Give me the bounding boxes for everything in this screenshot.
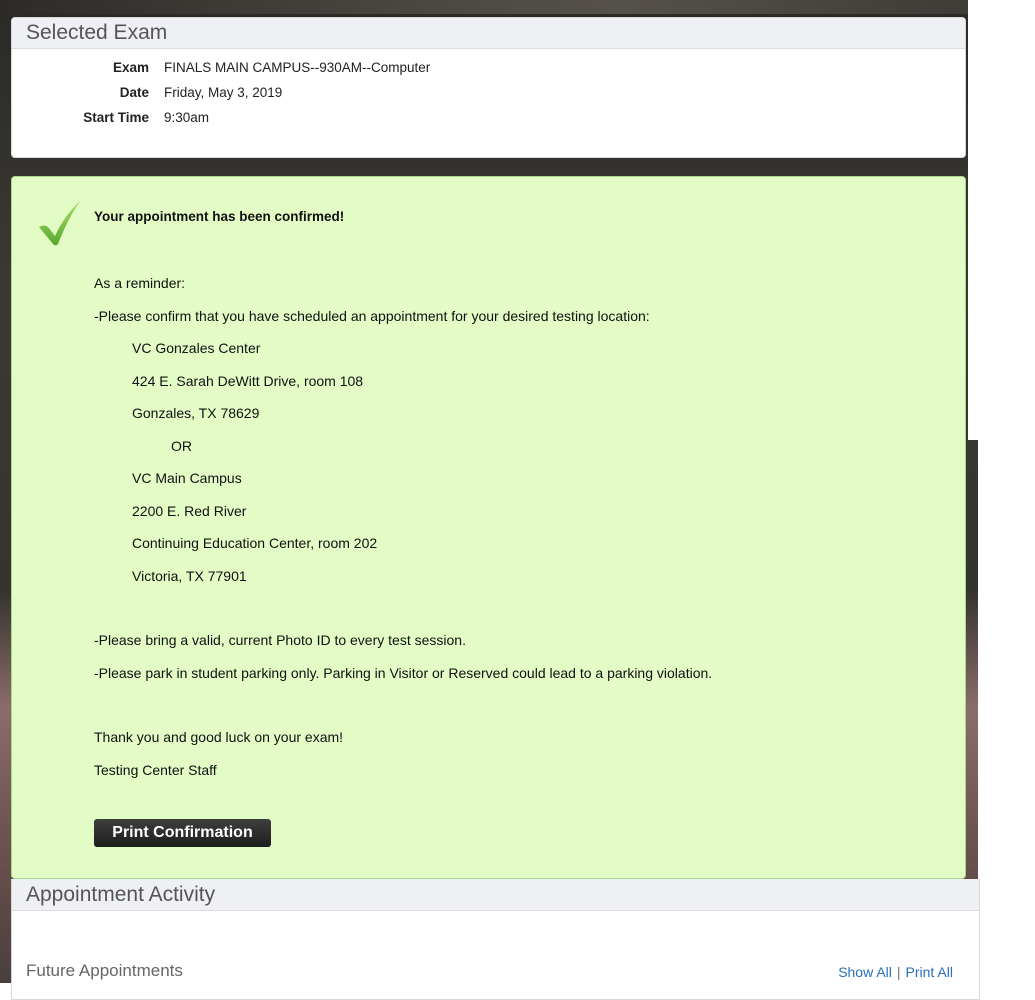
selected-exam-title: Selected Exam bbox=[12, 18, 965, 49]
confirm-location-text: -Please confirm that you have scheduled … bbox=[94, 307, 650, 324]
top-bar bbox=[0, 0, 1035, 14]
parking-text: -Please park in student parking only. Pa… bbox=[94, 664, 713, 681]
location2-city: Victoria, TX 77901 bbox=[132, 567, 247, 584]
activity-links: Show All | Print All bbox=[838, 964, 953, 980]
location1-name: VC Gonzales Center bbox=[132, 340, 261, 356]
date-label: Date bbox=[119, 85, 149, 100]
date-value: Friday, May 3, 2019 bbox=[164, 85, 283, 100]
exam-row: Exam FINALS MAIN CAMPUS--930AM--Computer bbox=[12, 55, 430, 80]
exam-details-table: Exam FINALS MAIN CAMPUS--930AM--Computer… bbox=[12, 55, 430, 130]
link-separator: | bbox=[896, 964, 901, 980]
confirmation-headline: Your appointment has been confirmed! bbox=[94, 209, 345, 224]
future-appointments-label: Future Appointments bbox=[26, 961, 183, 980]
selected-exam-panel: Selected Exam Exam FINALS MAIN CAMPUS--9… bbox=[11, 17, 966, 158]
signature-text: Testing Center Staff bbox=[94, 761, 217, 778]
location1-address: 424 E. Sarah DeWitt Drive, room 108 bbox=[132, 372, 364, 389]
start-time-row: Start Time 9:30am bbox=[12, 105, 430, 130]
show-all-link[interactable]: Show All bbox=[838, 964, 892, 980]
appointment-activity-title: Appointment Activity bbox=[12, 879, 979, 911]
thanks-text: Thank you and good luck on your exam! bbox=[94, 729, 344, 745]
location2-name: VC Main Campus bbox=[132, 470, 242, 486]
print-all-link[interactable]: Print All bbox=[906, 964, 953, 980]
confirmation-message: Your appointment has been confirmed! As … bbox=[94, 209, 712, 794]
start-time-value: 9:30am bbox=[164, 110, 210, 125]
page-right-area bbox=[968, 0, 1035, 440]
or-text: OR bbox=[171, 437, 192, 454]
photo-id-text: -Please bring a valid, current Photo ID … bbox=[94, 632, 466, 648]
checkmark-icon bbox=[39, 200, 81, 246]
page-right-area-lower bbox=[978, 440, 1035, 983]
exam-value: FINALS MAIN CAMPUS--930AM--Computer bbox=[164, 60, 431, 75]
reminder-text: As a reminder: bbox=[94, 275, 186, 291]
location2-building: Continuing Education Center, room 202 bbox=[132, 535, 378, 551]
location1-city: Gonzales, TX 78629 bbox=[132, 405, 260, 421]
appointment-activity-panel: Appointment Activity Future Appointments… bbox=[11, 879, 980, 1000]
print-confirmation-button[interactable]: Print Confirmation bbox=[94, 819, 271, 847]
start-time-label: Start Time bbox=[83, 110, 149, 125]
exam-label: Exam bbox=[112, 60, 149, 75]
confirmation-box: Your appointment has been confirmed! As … bbox=[11, 176, 966, 879]
location2-address: 2200 E. Red River bbox=[132, 502, 247, 519]
date-row: Date Friday, May 3, 2019 bbox=[12, 80, 430, 105]
